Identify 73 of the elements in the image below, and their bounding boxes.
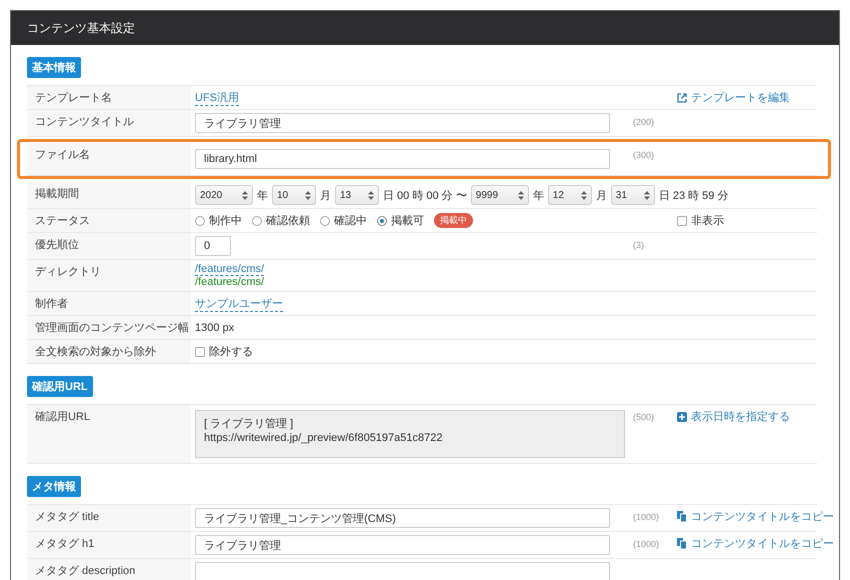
date-unit: 日 23 時 59 分 (658, 188, 728, 202)
value-link[interactable]: UFS汎用 (195, 90, 239, 106)
radio-button[interactable] (195, 216, 205, 226)
char-limit: (1000) (633, 539, 660, 549)
action-link[interactable]: コンテンツタイトルをコピー (677, 509, 834, 524)
text-input[interactable]: ライブラリ管理_コンテンツ管理(CMS) (195, 508, 610, 528)
section-badge: 基本情報 (27, 57, 81, 78)
section-badge: メタ情報 (27, 476, 81, 497)
panel-title: コンテンツ基本設定 (27, 20, 135, 36)
text-input[interactable]: ライブラリ管理 (195, 113, 610, 133)
field-label: メタタグ description (27, 559, 191, 580)
action-link[interactable]: コンテンツタイトルをコピー (677, 536, 834, 551)
date-unit: 年 (257, 188, 268, 202)
action-link[interactable]: テンプレートを編集 (677, 90, 790, 105)
field-label: ディレクトリ (27, 260, 191, 291)
field-label: 確認用URL (27, 405, 191, 463)
radio-label: 制作中 (209, 214, 242, 228)
field-label: メタタグ title (27, 505, 191, 531)
date-unit: 年 (532, 188, 544, 202)
char-limit: (1000) (633, 512, 660, 522)
field-label: メタタグ h1 (27, 532, 191, 558)
copy-icon (677, 538, 687, 549)
directory-path: /features/cms/ (195, 276, 264, 288)
radio-label: 掲載可 (391, 214, 424, 228)
spinner-arrows-icon (305, 190, 311, 200)
date-unit: 月 (320, 188, 331, 202)
radio-button[interactable] (252, 216, 262, 226)
spinner-arrows-icon (242, 190, 248, 200)
field-label: 制作者 (27, 292, 191, 315)
char-limit: (500) (633, 412, 654, 422)
select-dropdown[interactable]: 10 (272, 185, 316, 205)
status-badge: 掲載中 (434, 213, 473, 228)
field-label: 管理画面のコンテンツページ幅 (27, 316, 191, 339)
spinner-arrows-icon (580, 190, 587, 200)
char-limit: (300) (633, 150, 654, 160)
select-dropdown[interactable]: 2020 (195, 185, 253, 205)
field-label: ファイル名 (27, 143, 191, 175)
preview-url-textarea[interactable]: [ ライブラリ管理 ] https://writewired.jp/_preview/6f805197a51c8722 (195, 410, 625, 458)
spinner-arrows-icon (368, 190, 374, 200)
radio-button[interactable] (320, 216, 330, 226)
field-label: コンテンツタイトル (27, 110, 191, 136)
value-link[interactable]: サンプルユーザー (195, 296, 283, 312)
field-label: ステータス (27, 209, 191, 232)
plus-icon (677, 412, 687, 422)
field-label: 全文検索の対象から除外 (27, 340, 191, 363)
field-label: テンプレート名 (27, 86, 191, 109)
radio-button[interactable] (377, 216, 387, 226)
spinner-arrows-icon (518, 190, 524, 200)
section-badge: 確認用URL (27, 376, 93, 397)
external-link-icon (677, 92, 687, 102)
field-label: 優先順位 (27, 233, 191, 259)
spinner-arrows-icon (644, 190, 650, 200)
select-dropdown[interactable]: 12 (548, 185, 592, 205)
field-label: 掲載期間 (27, 182, 191, 208)
select-dropdown[interactable]: 13 (335, 185, 379, 205)
date-unit: 日 00 時 00 分 〜 (383, 188, 467, 202)
char-limit: (3) (633, 240, 644, 250)
radio-label: 確認中 (334, 214, 367, 228)
text-input[interactable]: ライブラリ管理 (195, 535, 610, 555)
select-dropdown[interactable]: 31 (610, 185, 655, 205)
number-input[interactable]: 0 (195, 236, 231, 256)
hide-checkbox[interactable]: 非表示 (677, 213, 724, 228)
text-input[interactable] (195, 562, 610, 580)
exclude-checkbox[interactable]: 除外する (195, 344, 253, 359)
char-limit: (200) (633, 117, 654, 127)
text-input[interactable]: library.html (195, 149, 610, 169)
action-link[interactable]: 表示日時を指定する (677, 409, 790, 424)
value-text: 1300 px (195, 320, 234, 336)
select-dropdown[interactable]: 9999 (470, 185, 529, 205)
directory-link[interactable]: /features/cms/ (195, 263, 264, 276)
radio-label: 確認依頼 (266, 214, 310, 228)
date-unit: 月 (596, 188, 607, 202)
copy-icon (677, 511, 687, 522)
